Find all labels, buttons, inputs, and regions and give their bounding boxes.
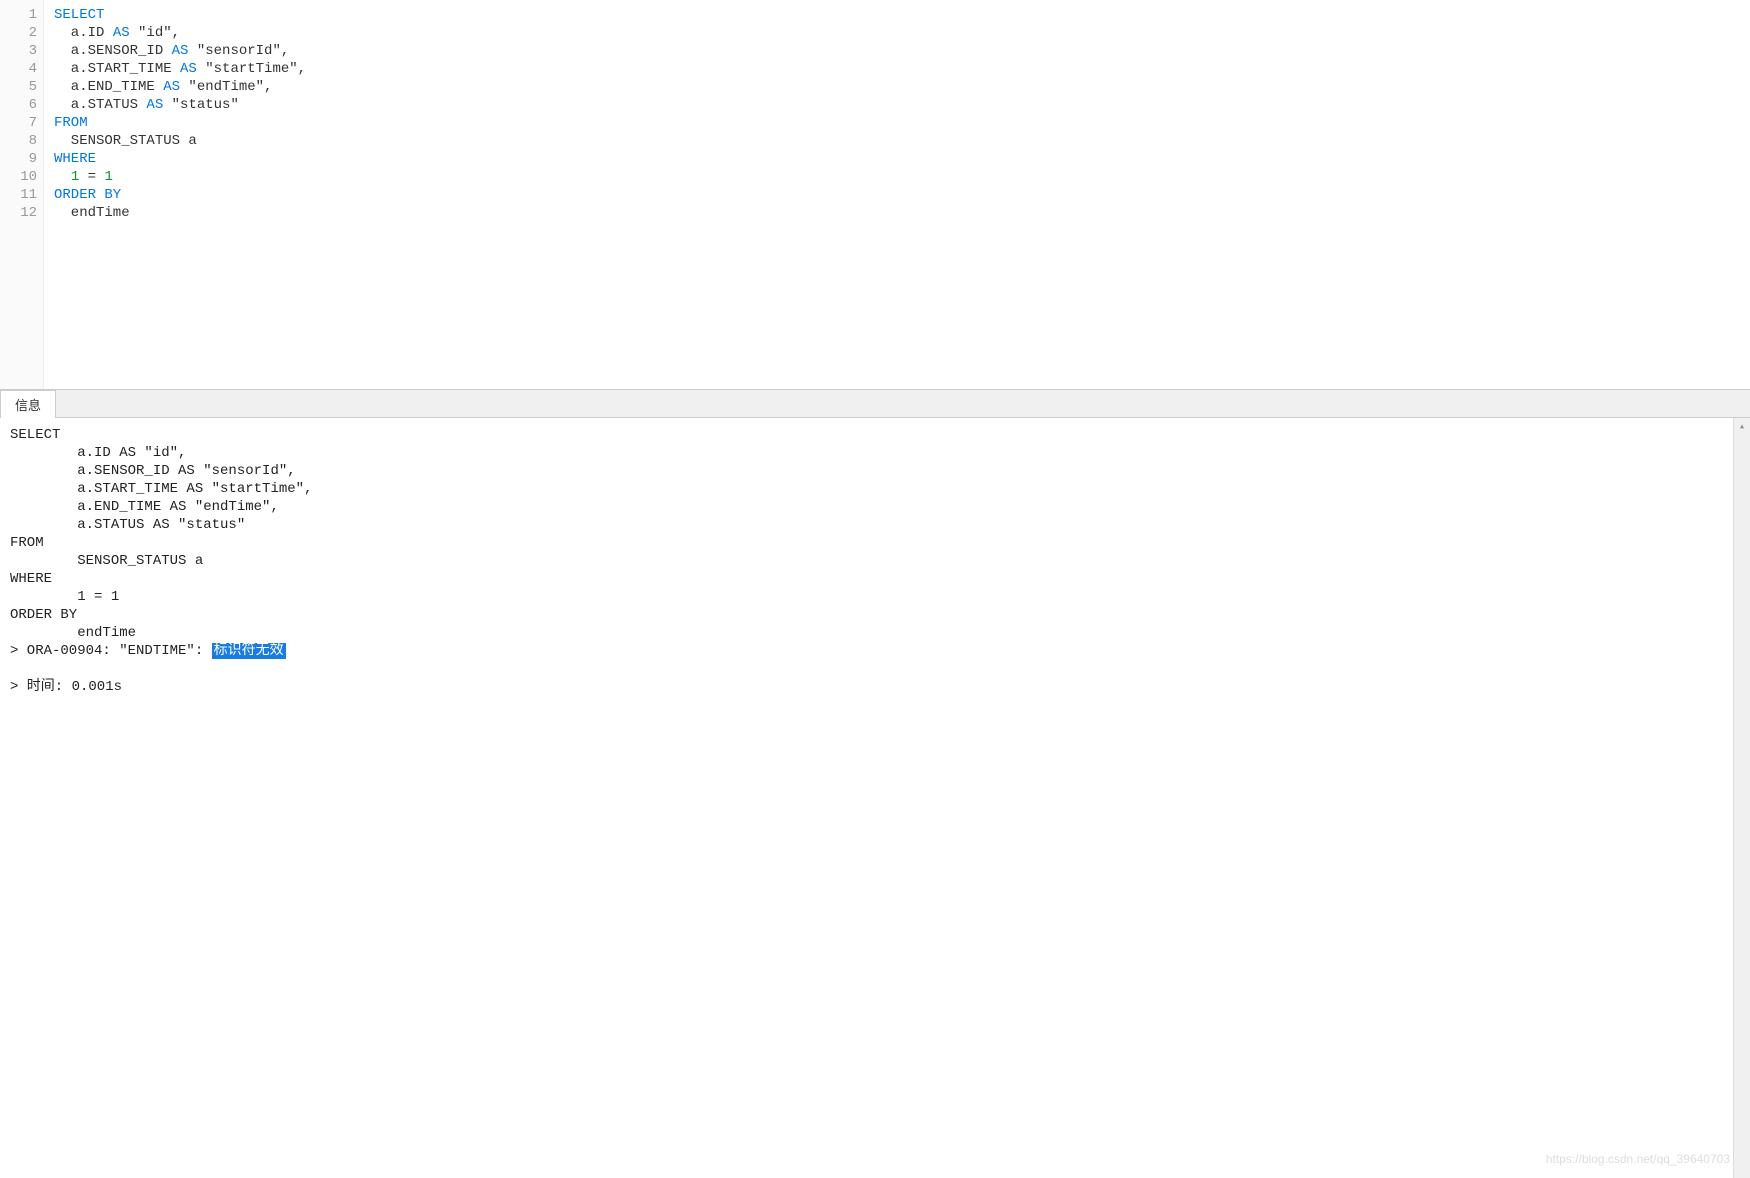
scroll-up-icon[interactable]: ▴ [1734, 418, 1750, 435]
line-number: 3 [0, 42, 37, 60]
code-line[interactable]: FROM [54, 114, 1740, 132]
line-number-gutter: 123456789101112 [0, 0, 44, 389]
output-line: WHERE [10, 570, 1723, 588]
line-number: 8 [0, 132, 37, 150]
output-line: a.END_TIME AS "endTime", [10, 498, 1723, 516]
line-number: 2 [0, 24, 37, 42]
line-number: 12 [0, 204, 37, 222]
line-number: 6 [0, 96, 37, 114]
line-number: 5 [0, 78, 37, 96]
code-line[interactable]: a.STATUS AS "status" [54, 96, 1740, 114]
code-line[interactable]: endTime [54, 204, 1740, 222]
sql-code-area[interactable]: SELECT a.ID AS "id", a.SENSOR_ID AS "sen… [44, 0, 1750, 389]
output-line [10, 660, 1723, 678]
line-number: 11 [0, 186, 37, 204]
tab-messages[interactable]: 信息 [0, 390, 56, 418]
code-line[interactable]: a.ID AS "id", [54, 24, 1740, 42]
watermark-text: https://blog.csdn.net/qq_39640703 [1546, 1152, 1730, 1166]
output-line: a.SENSOR_ID AS "sensorId", [10, 462, 1723, 480]
code-line[interactable]: a.SENSOR_ID AS "sensorId", [54, 42, 1740, 60]
output-line: FROM [10, 534, 1723, 552]
error-highlight: 标识符无效 [212, 643, 286, 659]
output-line: a.ID AS "id", [10, 444, 1723, 462]
output-tab-bar: 信息 [0, 390, 1750, 418]
code-line[interactable]: a.END_TIME AS "endTime", [54, 78, 1740, 96]
output-line: SELECT [10, 426, 1723, 444]
line-number: 7 [0, 114, 37, 132]
output-line: a.START_TIME AS "startTime", [10, 480, 1723, 498]
line-number: 9 [0, 150, 37, 168]
output-line: a.STATUS AS "status" [10, 516, 1723, 534]
code-line[interactable]: 1 = 1 [54, 168, 1740, 186]
output-time-line: > 时间: 0.001s [10, 678, 1723, 696]
output-content[interactable]: SELECT a.ID AS "id", a.SENSOR_ID AS "sen… [0, 418, 1733, 1178]
code-line[interactable]: SELECT [54, 6, 1740, 24]
output-line: SENSOR_STATUS a [10, 552, 1723, 570]
line-number: 10 [0, 168, 37, 186]
output-line: 1 = 1 [10, 588, 1723, 606]
output-line: ORDER BY [10, 606, 1723, 624]
line-number: 1 [0, 6, 37, 24]
output-pane: SELECT a.ID AS "id", a.SENSOR_ID AS "sen… [0, 418, 1750, 1178]
output-scrollbar[interactable]: ▴ [1733, 418, 1750, 1178]
code-line[interactable]: WHERE [54, 150, 1740, 168]
output-line: endTime [10, 624, 1723, 642]
line-number: 4 [0, 60, 37, 78]
code-line[interactable]: SENSOR_STATUS a [54, 132, 1740, 150]
code-line[interactable]: ORDER BY [54, 186, 1740, 204]
sql-editor-pane: 123456789101112 SELECT a.ID AS "id", a.S… [0, 0, 1750, 390]
code-line[interactable]: a.START_TIME AS "startTime", [54, 60, 1740, 78]
output-error-line: > ORA-00904: "ENDTIME": 标识符无效 [10, 642, 1723, 660]
